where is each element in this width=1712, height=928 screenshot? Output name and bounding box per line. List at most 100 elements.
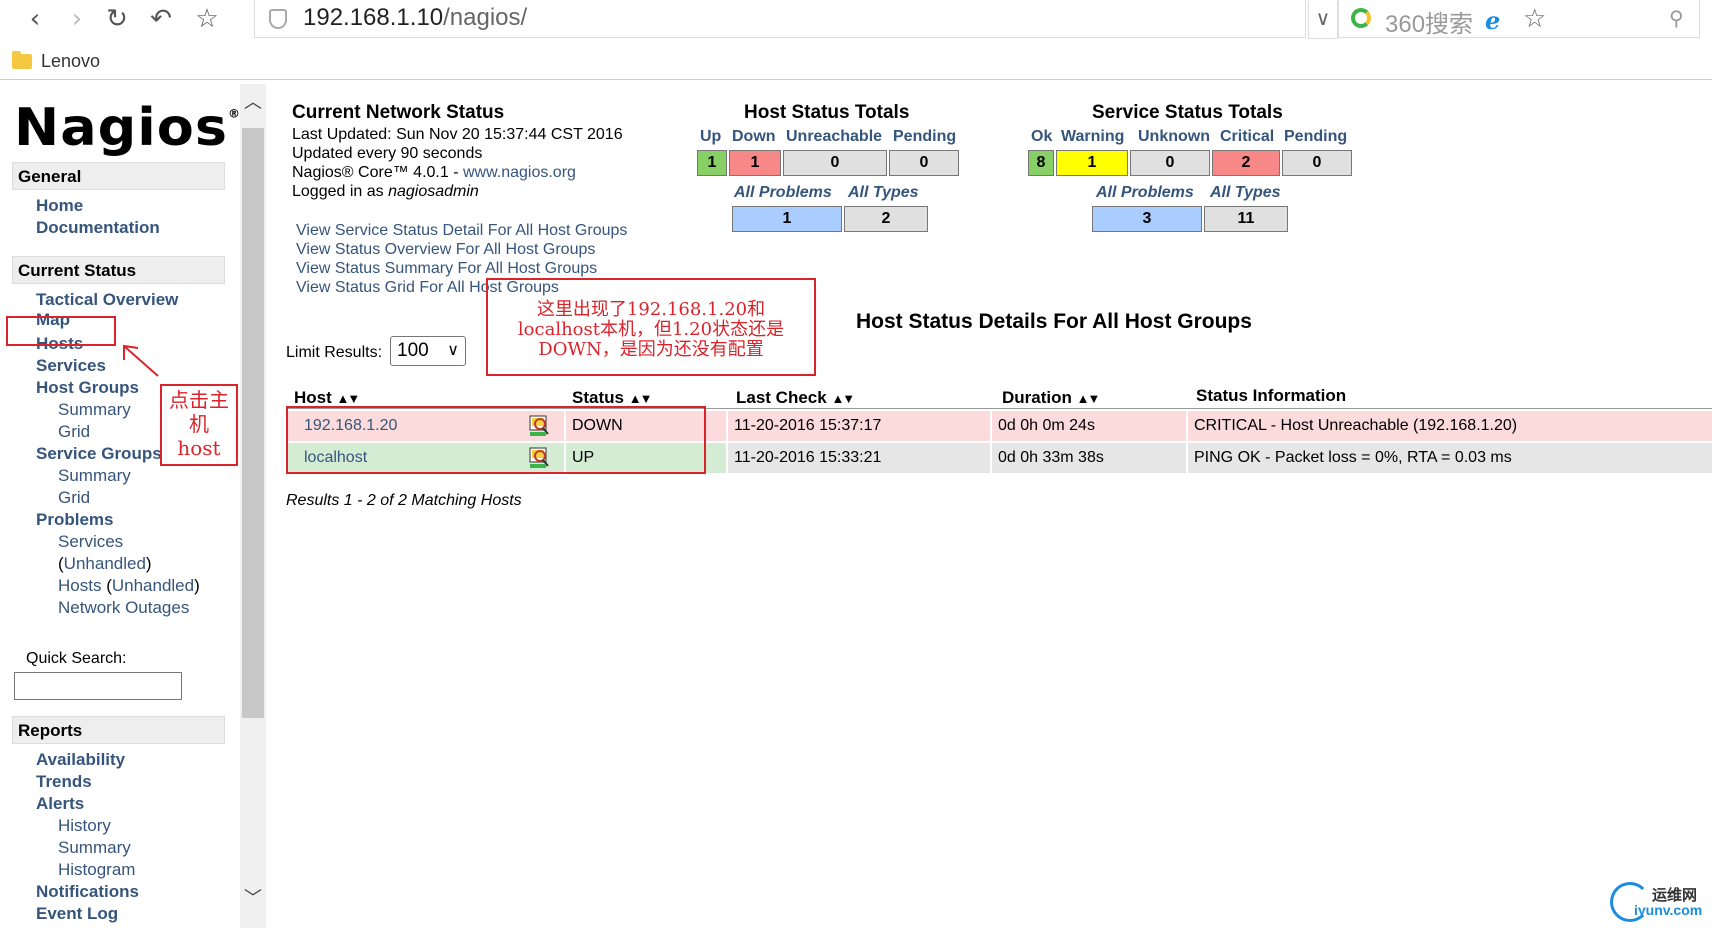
host-pending-label[interactable]: Pending <box>893 128 956 146</box>
limit-results-select[interactable]: 100 ∨ <box>390 336 466 366</box>
nav-sg-summary[interactable]: Summary <box>58 466 131 486</box>
last-check-cell: 11-20-2016 15:37:17 <box>728 411 990 441</box>
limit-results-label: Limit Results: <box>286 344 383 361</box>
scroll-thumb[interactable] <box>242 128 264 718</box>
nav-host-groups[interactable]: Host Groups <box>36 378 139 398</box>
nagios-org-link[interactable]: www.nagios.org <box>463 164 576 181</box>
status-info-cell: PING OK - Packet loss = 0%, RTA = 0.03 m… <box>1188 443 1712 473</box>
svc-ok-count[interactable]: 8 <box>1028 150 1054 176</box>
sort-arrows-icon[interactable]: ▲▼ <box>337 391 361 406</box>
svc-unknown-label[interactable]: Unknown <box>1138 128 1210 146</box>
nav-documentation[interactable]: Documentation <box>36 218 160 238</box>
search-engine-icon <box>1351 8 1371 28</box>
back-icon[interactable]: ‹ <box>20 4 50 34</box>
col-status[interactable]: Status ▲▼ <box>572 388 653 408</box>
svc-critical-count[interactable]: 2 <box>1212 150 1280 176</box>
url-text[interactable]: 192.168.1.10/nagios/ <box>303 4 527 32</box>
host-down-label[interactable]: Down <box>732 128 776 146</box>
chevron-down-icon: ∨ <box>447 342 459 359</box>
sort-arrows-icon[interactable]: ▲▼ <box>1077 391 1101 406</box>
svc-all-types-label[interactable]: All Types <box>1210 184 1281 202</box>
svc-ok-label[interactable]: Ok <box>1031 128 1052 146</box>
link-status-overview[interactable]: View Status Overview For All Host Groups <box>296 241 595 259</box>
nav-problem-services[interactable]: Services <box>58 532 123 552</box>
page-title: Current Network Status <box>292 102 505 123</box>
last-check-cell: 11-20-2016 15:33:21 <box>728 443 990 473</box>
undo-icon[interactable]: ↶ <box>146 4 176 34</box>
reload-icon[interactable]: ↻ <box>102 4 132 34</box>
sort-arrows-icon[interactable]: ▲▼ <box>629 391 653 406</box>
annotation-hosts-table-box <box>286 406 706 474</box>
annotation-arrow-icon <box>123 344 159 377</box>
folder-icon <box>12 51 32 69</box>
link-status-summary[interactable]: View Status Summary For All Host Groups <box>296 260 597 278</box>
host-up-label[interactable]: Up <box>700 128 721 146</box>
host-down-count[interactable]: 1 <box>729 150 781 176</box>
bookmark-folder-lenovo[interactable]: Lenovo <box>41 51 100 72</box>
svc-all-problems-count[interactable]: 3 <box>1092 206 1202 232</box>
nav-alerts-summary[interactable]: Summary <box>58 838 131 858</box>
nav-alerts-histogram[interactable]: Histogram <box>58 860 135 880</box>
host-all-problems-label[interactable]: All Problems <box>734 184 832 202</box>
search-input[interactable]: 360搜索 ⚲ <box>1338 0 1700 38</box>
sort-arrows-icon[interactable]: ▲▼ <box>831 391 855 406</box>
nav-trends[interactable]: Trends <box>36 772 92 792</box>
nav-alerts[interactable]: Alerts <box>36 794 84 814</box>
chevron-down-icon[interactable]: ∨ <box>1308 1 1338 39</box>
nav-services-unhandled[interactable]: (Unhandled) <box>58 554 152 574</box>
nagios-logo[interactable]: Nagios® <box>14 98 240 158</box>
search-icon[interactable]: ⚲ <box>1669 6 1684 31</box>
svc-warning-label[interactable]: Warning <box>1061 128 1124 146</box>
nav-problems[interactable]: Problems <box>36 510 113 530</box>
col-last-check[interactable]: Last Check ▲▼ <box>736 388 855 408</box>
nav-alerts-history[interactable]: History <box>58 816 111 836</box>
annotation-hosts-box <box>6 316 116 346</box>
logged-in-as: Logged in as nagiosadmin <box>292 183 479 200</box>
forward-icon[interactable]: › <box>62 4 92 34</box>
nav-home[interactable]: Home <box>36 196 83 216</box>
host-all-types-count[interactable]: 2 <box>844 206 928 232</box>
nav-tactical-overview[interactable]: Tactical Overview <box>36 290 178 310</box>
col-duration[interactable]: Duration ▲▼ <box>1002 388 1101 408</box>
host-all-types-label[interactable]: All Types <box>848 184 919 202</box>
nav-notifications[interactable]: Notifications <box>36 882 139 902</box>
svc-all-types-count[interactable]: 11 <box>1204 206 1288 232</box>
bookmark-star-icon[interactable]: ☆ <box>192 4 222 34</box>
results-count: Results 1 - 2 of 2 Matching Hosts <box>286 492 522 509</box>
watermark-text-domain: iyunv.com <box>1634 902 1703 918</box>
status-info-cell: CRITICAL - Host Unreachable (192.168.1.2… <box>1188 411 1712 441</box>
col-host[interactable]: Host ▲▼ <box>294 388 361 408</box>
address-bar[interactable]: 192.168.1.10/nagios/ e ☆ <box>254 0 1546 38</box>
host-pending-count[interactable]: 0 <box>889 150 959 176</box>
service-totals-title: Service Status Totals <box>1092 102 1283 123</box>
bookmarks-bar: Lenovo <box>0 44 1712 80</box>
search-placeholder: 360搜索 <box>1385 11 1474 38</box>
nav-availability[interactable]: Availability <box>36 750 125 770</box>
nav-sg-grid[interactable]: Grid <box>58 488 90 508</box>
host-all-problems-count[interactable]: 1 <box>732 206 842 232</box>
section-reports: Reports <box>12 716 225 744</box>
host-unreachable-label[interactable]: Unreachable <box>786 128 882 146</box>
quick-search-input[interactable] <box>14 672 182 700</box>
nav-hg-grid[interactable]: Grid <box>58 422 90 442</box>
scroll-up-icon[interactable]: ︿ <box>240 88 266 118</box>
host-up-count[interactable]: 1 <box>697 150 727 176</box>
scroll-down-icon[interactable]: ﹀ <box>240 884 266 914</box>
svc-pending-count[interactable]: 0 <box>1282 150 1352 176</box>
host-totals-title: Host Status Totals <box>744 102 910 123</box>
nav-event-log[interactable]: Event Log <box>36 904 118 924</box>
host-unreachable-count[interactable]: 0 <box>783 150 887 176</box>
svc-pending-label[interactable]: Pending <box>1284 128 1347 146</box>
svc-unknown-count[interactable]: 0 <box>1130 150 1210 176</box>
nav-service-groups[interactable]: Service Groups <box>36 444 162 464</box>
svc-all-problems-label[interactable]: All Problems <box>1096 184 1194 202</box>
nav-network-outages[interactable]: Network Outages <box>58 598 189 618</box>
nav-hosts-unhandled[interactable]: Hosts (Unhandled) <box>58 576 200 596</box>
sidebar-scrollbar[interactable]: ︿ ﹀ <box>240 84 266 928</box>
section-current-status: Current Status <box>12 256 225 284</box>
svc-critical-label[interactable]: Critical <box>1220 128 1274 146</box>
link-service-status-detail[interactable]: View Service Status Detail For All Host … <box>296 222 627 240</box>
nav-hg-summary[interactable]: Summary <box>58 400 131 420</box>
nav-services[interactable]: Services <box>36 356 106 376</box>
svc-warning-count[interactable]: 1 <box>1056 150 1128 176</box>
